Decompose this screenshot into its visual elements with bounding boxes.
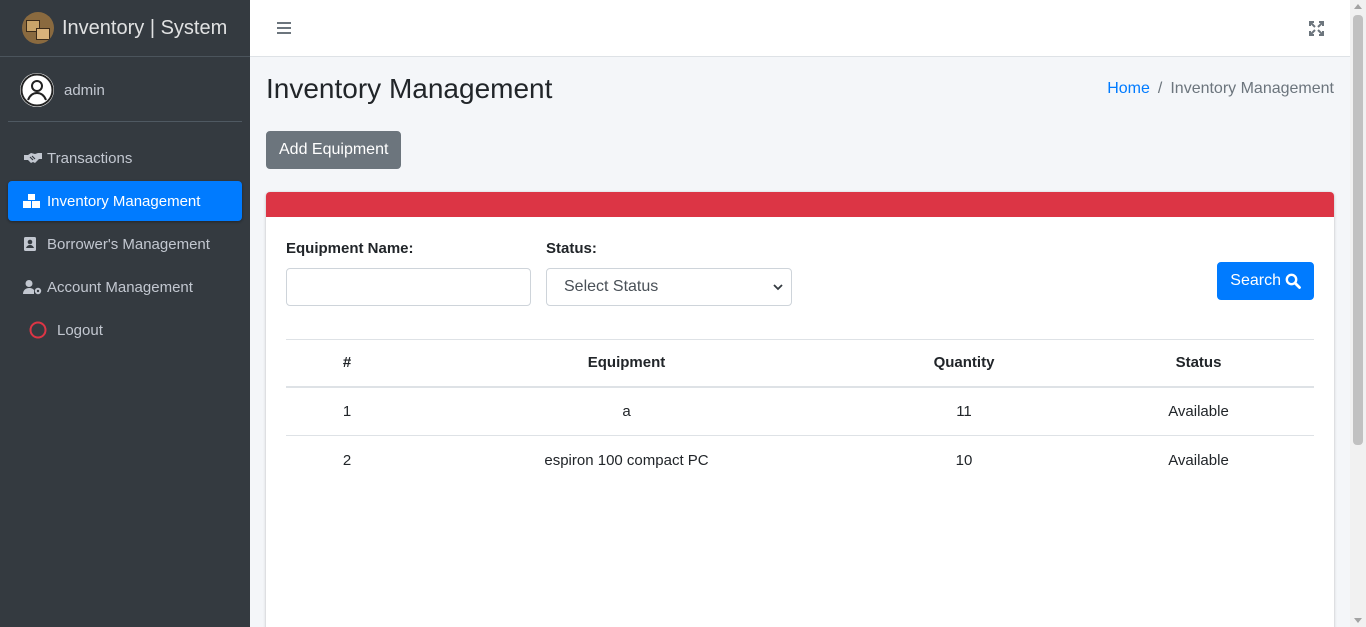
cell-equipment: a <box>408 386 845 436</box>
logout-circle-icon <box>23 321 53 339</box>
sidebar-item-inventory-management[interactable]: Inventory Management <box>8 181 242 221</box>
address-book-icon <box>23 236 45 252</box>
add-equipment-button[interactable]: Add Equipment <box>266 131 402 169</box>
cell-number: 1 <box>286 386 408 436</box>
user-panel[interactable]: admin <box>8 57 242 122</box>
equipment-name-input[interactable] <box>286 268 531 306</box>
table-row[interactable]: 1 a 11 Available <box>286 386 1314 436</box>
column-header-number[interactable]: # <box>286 339 408 388</box>
table-header-row: # Equipment Quantity Status <box>286 339 1314 388</box>
brand-title: Inventory | System <box>62 16 228 39</box>
user-avatar-icon <box>20 73 54 107</box>
inventory-card: Equipment Name: Status: Select Status Se… <box>266 192 1334 627</box>
breadcrumb-separator: / <box>1157 80 1163 97</box>
scroll-down-arrow-icon[interactable] <box>1354 618 1362 623</box>
cell-status: Available <box>1083 386 1314 436</box>
user-name: admin <box>64 81 105 99</box>
sidebar-item-logout[interactable]: Logout <box>8 310 242 350</box>
cell-status: Available <box>1168 451 1229 469</box>
sidebar-item-label: Inventory Management <box>47 192 201 210</box>
scroll-up-arrow-icon[interactable] <box>1354 4 1362 9</box>
sidebar-item-label: Account Management <box>47 278 193 296</box>
handshake-icon <box>23 151 45 165</box>
sidebar-item-label: Transactions <box>47 149 133 167</box>
status-label: Status: <box>546 240 597 257</box>
breadcrumb: Home / Inventory Management <box>1107 80 1334 98</box>
user-cog-icon <box>23 279 45 295</box>
top-navbar <box>250 0 1350 57</box>
sidebar-item-account-management[interactable]: Account Management <box>8 267 242 307</box>
page-title: Inventory Management <box>266 73 553 104</box>
filter-form: Equipment Name: Status: Select Status Se… <box>286 240 1314 310</box>
page-scrollbar[interactable] <box>1350 0 1366 627</box>
equipment-name-label: Equipment Name: <box>286 240 414 257</box>
brand-logo-icon <box>22 12 54 44</box>
status-select[interactable]: Select Status <box>546 268 792 306</box>
hamburger-menu-icon[interactable] <box>274 18 294 38</box>
cell-equipment: espiron 100 compact PC <box>544 451 709 469</box>
search-button-label: Search <box>1230 272 1281 289</box>
sidebar-item-borrowers-management[interactable]: Borrower's Management <box>8 224 242 264</box>
main-content: Inventory Management Home / Inventory Ma… <box>266 57 1334 627</box>
chevron-down-icon <box>773 283 783 290</box>
sidebar-item-transactions[interactable]: Transactions <box>8 138 242 178</box>
sidebar-item-label: Logout <box>57 321 103 339</box>
sidebar-nav: Transactions Inventory Management Borrow… <box>0 138 250 350</box>
column-header-equipment[interactable]: Equipment <box>408 339 845 388</box>
cell-quantity: 10 <box>955 451 973 469</box>
card-header <box>266 192 1334 217</box>
cell-quantity: 11 <box>845 386 1083 436</box>
cell-number: 2 <box>342 451 352 469</box>
sidebar: Inventory | System admin Transactions In… <box>0 0 250 627</box>
scrollbar-thumb[interactable] <box>1353 15 1363 445</box>
fullscreen-expand-icon[interactable] <box>1306 18 1326 38</box>
sidebar-item-label: Borrower's Management <box>47 235 210 253</box>
breadcrumb-current: Inventory Management <box>1170 80 1334 97</box>
search-button[interactable]: Search <box>1217 262 1314 300</box>
boxes-icon <box>23 193 45 209</box>
table-row[interactable]: 2 espiron 100 compact PC 10 Available <box>286 436 1314 485</box>
column-header-status[interactable]: Status <box>1083 339 1314 388</box>
column-header-quantity[interactable]: Quantity <box>845 339 1083 388</box>
status-select-value: Select Status <box>564 278 659 295</box>
page-header: Inventory Management Home / Inventory Ma… <box>266 57 1334 121</box>
brand-link[interactable]: Inventory | System <box>0 0 250 57</box>
inventory-table: # Equipment Quantity Status 1 a 11 Avail… <box>286 339 1314 485</box>
breadcrumb-home-link[interactable]: Home <box>1107 80 1150 98</box>
search-icon <box>1285 273 1301 289</box>
